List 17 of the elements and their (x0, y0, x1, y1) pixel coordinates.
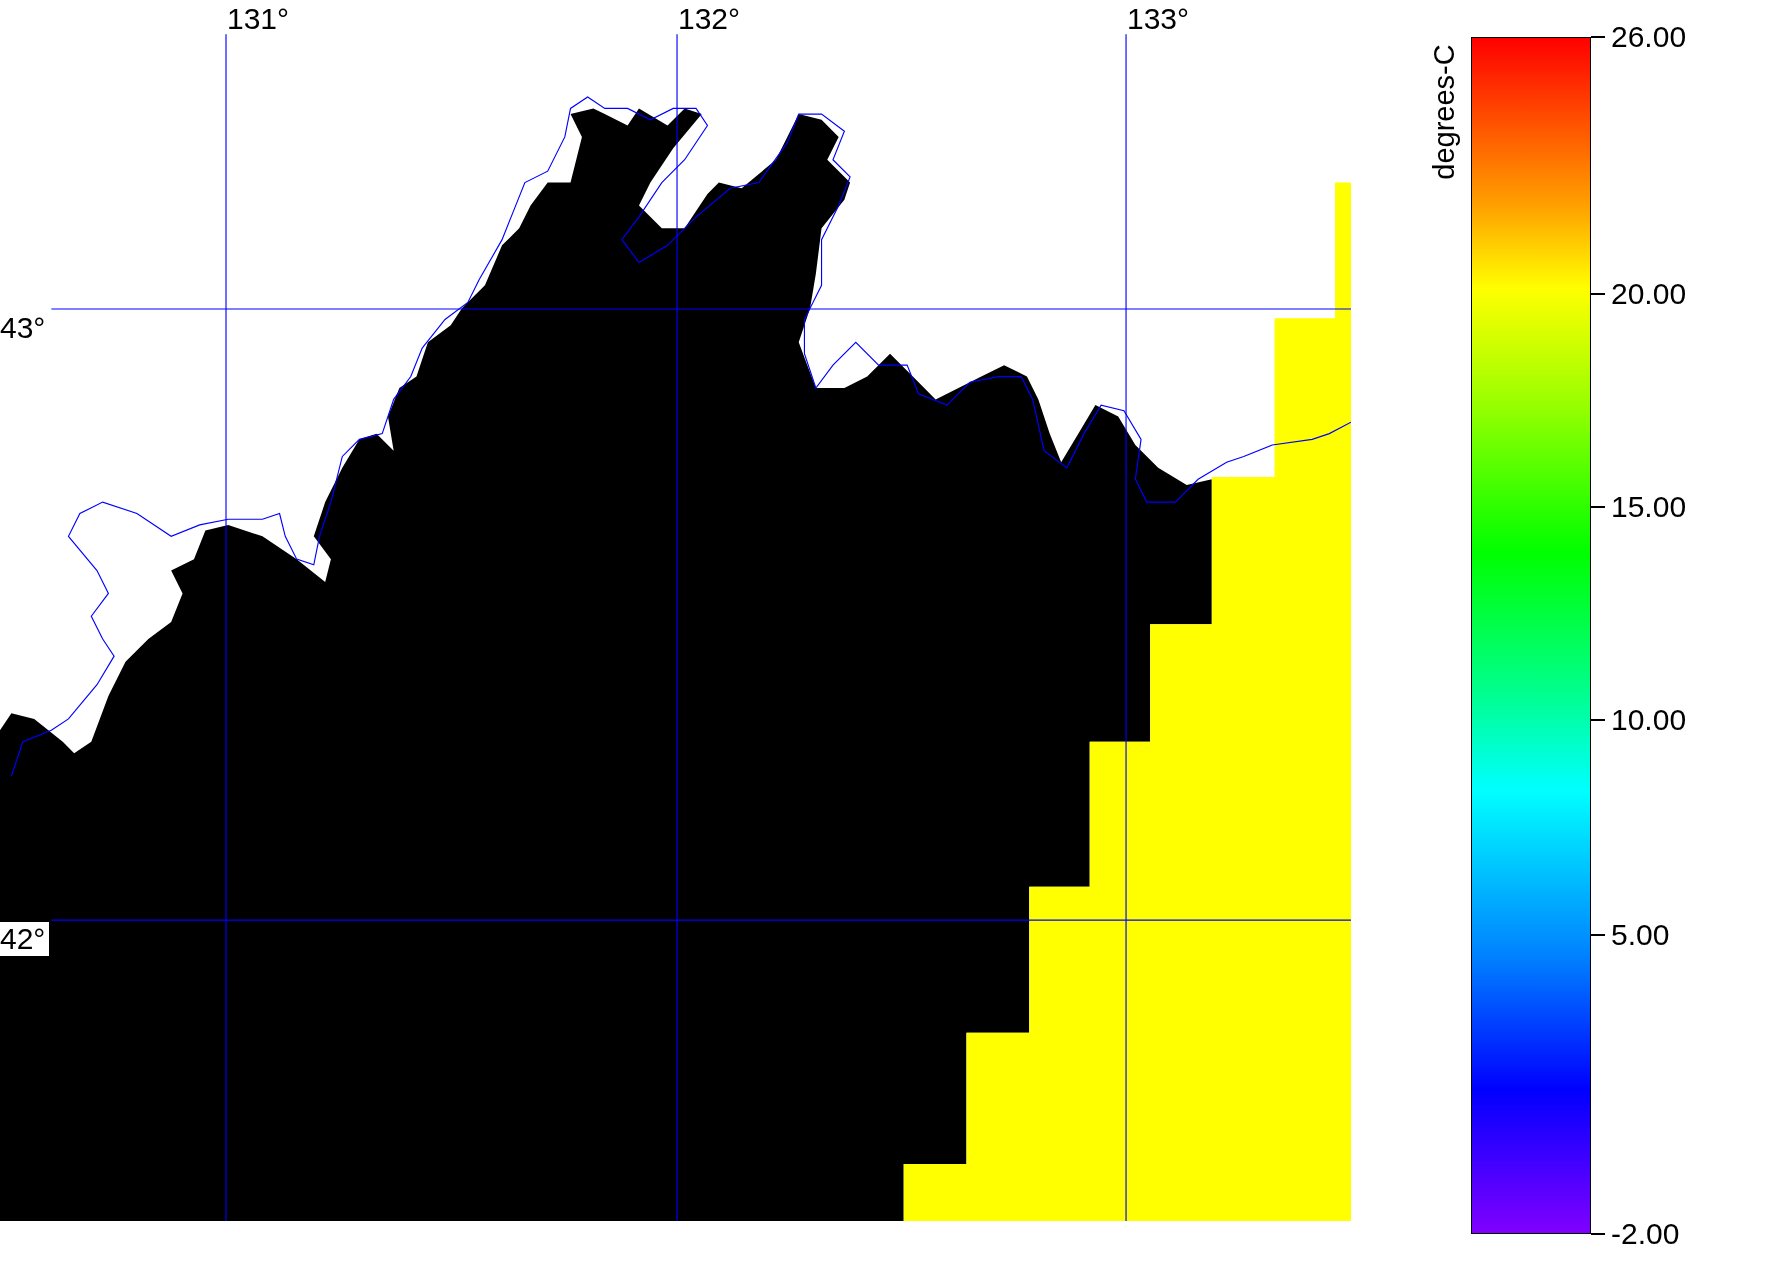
tick-mark (1591, 1233, 1605, 1235)
colorbar-tick-label: -2.00 (1611, 1217, 1680, 1251)
latitude-label: 42° (0, 922, 50, 956)
longitude-label: 132° (678, 2, 741, 36)
colorbar-tick-label: 20.00 (1611, 277, 1687, 311)
colorbar-tick-label: 26.00 (1611, 20, 1687, 54)
colorbar-tick-label: 10.00 (1611, 703, 1687, 737)
tick-mark (1591, 934, 1605, 936)
colorbar-tick-label: 5.00 (1611, 918, 1670, 952)
longitude-label: 131° (227, 2, 290, 36)
tick-mark (1591, 506, 1605, 508)
longitude-label: 133° (1127, 2, 1190, 36)
colorbar-title: degrees-C (1427, 43, 1461, 182)
colorbar-tick-label: 15.00 (1611, 490, 1687, 524)
tick-mark (1591, 293, 1605, 295)
tick-mark (1591, 36, 1605, 38)
tick-mark (1591, 719, 1605, 721)
